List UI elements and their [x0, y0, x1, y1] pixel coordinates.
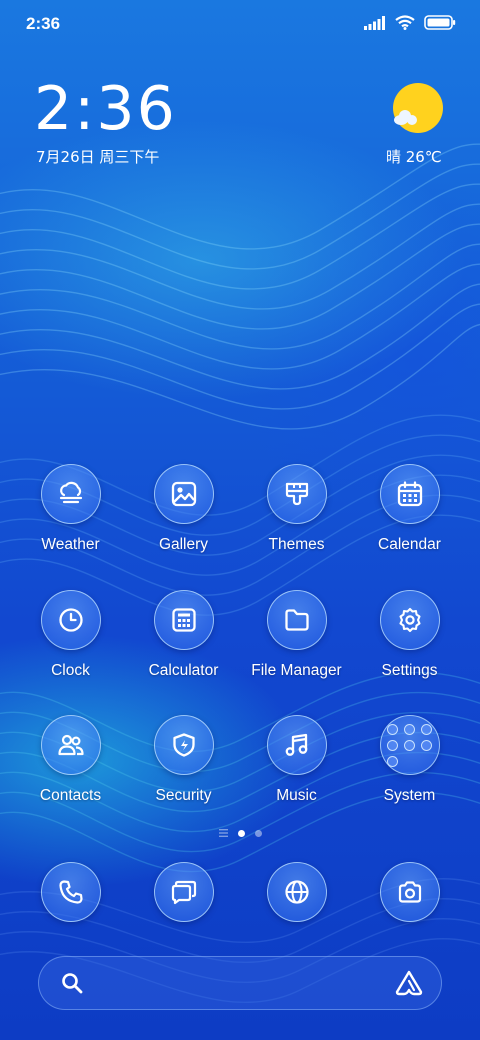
- wifi-icon: [395, 15, 415, 30]
- assistant-icon[interactable]: [394, 969, 424, 997]
- folder-icon: [284, 609, 309, 631]
- dock-browser[interactable]: [240, 862, 353, 922]
- search-icon[interactable]: [60, 971, 84, 995]
- app-contacts[interactable]: Contacts: [14, 715, 127, 805]
- dock-phone[interactable]: [14, 862, 127, 922]
- app-weather-circle: [40, 464, 101, 524]
- clock-widget-time[interactable]: 2:36: [34, 76, 177, 142]
- app-weather[interactable]: Weather: [14, 464, 127, 554]
- mini-app-icon: [386, 723, 398, 735]
- app-label: Weather: [41, 536, 100, 553]
- app-music-circle: [266, 715, 327, 775]
- app-gallery-circle: [153, 464, 214, 524]
- paint-brush-icon: [285, 482, 308, 506]
- phone-icon: [58, 880, 83, 904]
- dock-messages-circle: [153, 862, 214, 922]
- app-label: Calendar: [378, 536, 441, 553]
- app-label: Settings: [381, 662, 438, 679]
- page-dot[interactable]: [254, 829, 262, 837]
- status-icons: [364, 15, 456, 30]
- app-themes-circle: [266, 464, 327, 524]
- mini-app-icon: [403, 723, 415, 735]
- folder-grid-icon: [379, 715, 440, 775]
- search-bar[interactable]: [38, 956, 442, 1010]
- app-music[interactable]: Music: [240, 715, 353, 805]
- camera-icon: [398, 881, 421, 903]
- app-contacts-circle: [40, 715, 101, 775]
- mini-app-icon: [386, 739, 398, 751]
- app-label: Themes: [268, 536, 325, 553]
- browser-globe-icon: [284, 880, 309, 904]
- weather-text: 晴 26℃: [386, 148, 442, 166]
- app-file-manager[interactable]: File Manager: [240, 590, 353, 680]
- image-icon: [171, 481, 196, 507]
- calculator-icon: [171, 608, 196, 632]
- menu-lines-icon[interactable]: [218, 829, 228, 837]
- mini-app-icon: [386, 755, 398, 767]
- app-clock-circle: [40, 590, 101, 650]
- app-label: File Manager: [251, 662, 342, 679]
- signal-icon: [364, 15, 385, 30]
- gear-icon: [398, 607, 421, 633]
- app-themes[interactable]: Themes: [240, 464, 353, 554]
- battery-icon: [424, 15, 456, 30]
- mini-app-icon: [403, 739, 415, 751]
- app-calendar-circle: [379, 464, 440, 524]
- app-label: Music: [276, 787, 317, 804]
- app-label: Calculator: [148, 662, 219, 679]
- dock-camera-circle: [379, 862, 440, 922]
- app-label: Gallery: [158, 536, 209, 553]
- messages-icon: [171, 880, 196, 905]
- app-clock[interactable]: Clock: [14, 590, 127, 680]
- home-screen: 2:36 2:36 7月26日 周三下午 晴 26℃ Weather Galle…: [0, 0, 480, 1040]
- dock-browser-circle: [266, 862, 327, 922]
- app-calculator[interactable]: Calculator: [127, 590, 240, 680]
- mini-app-icon: [420, 723, 432, 735]
- status-bar-time: 2:36: [26, 14, 61, 33]
- app-label: Clock: [51, 662, 90, 679]
- app-calendar[interactable]: Calendar: [353, 464, 466, 554]
- app-label: System: [383, 787, 436, 804]
- app-file-manager-circle: [266, 590, 327, 650]
- cloud-fog-icon: [59, 481, 82, 504]
- app-security[interactable]: Security: [127, 715, 240, 805]
- music-note-icon: [285, 733, 307, 756]
- app-label: Contacts: [39, 787, 102, 804]
- dock-phone-circle: [40, 862, 101, 922]
- calendar-icon: [397, 481, 422, 507]
- folder-preview-grid: [386, 723, 433, 767]
- app-settings-circle: [379, 590, 440, 650]
- clock-icon: [58, 608, 83, 632]
- app-system-folder[interactable]: System: [353, 715, 466, 805]
- page-indicator[interactable]: [0, 829, 480, 837]
- app-settings[interactable]: Settings: [353, 590, 466, 680]
- shield-icon: [172, 733, 195, 757]
- dock-messages[interactable]: [127, 862, 240, 922]
- contacts-icon: [57, 734, 84, 756]
- app-calculator-circle: [153, 590, 214, 650]
- page-dot-active[interactable]: [237, 829, 245, 837]
- app-security-circle: [153, 715, 214, 775]
- sunny-cloud-icon[interactable]: [388, 82, 448, 136]
- mini-app-icon: [420, 739, 432, 751]
- dock-camera[interactable]: [353, 862, 466, 922]
- app-gallery[interactable]: Gallery: [127, 464, 240, 554]
- app-label: Security: [155, 787, 212, 804]
- clock-widget-date: 7月26日 周三下午: [36, 148, 160, 166]
